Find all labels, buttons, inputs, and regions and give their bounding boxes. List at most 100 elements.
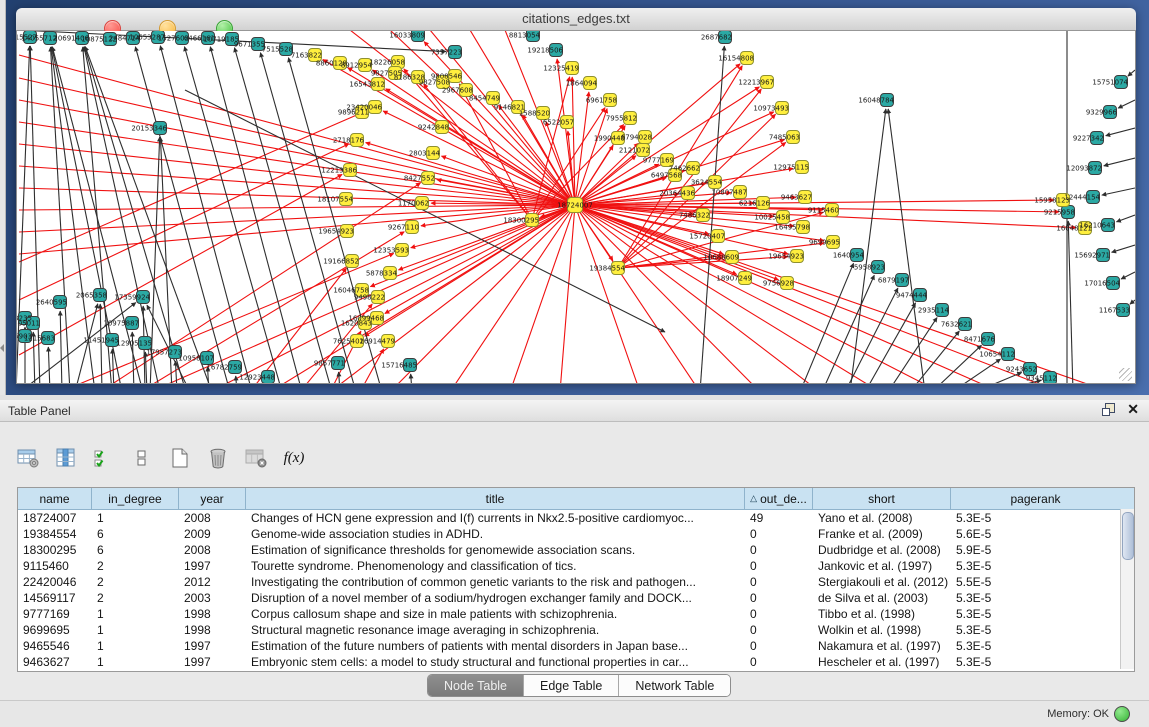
table-cell[interactable]: 22420046 — [18, 574, 92, 590]
table-cell[interactable]: 5.3E-5 — [951, 590, 1120, 606]
column-header-in_degree[interactable]: in_degree — [92, 488, 179, 509]
table-cell[interactable]: Disruption of a novel member of a sodium… — [246, 590, 745, 606]
table-cell[interactable]: 0 — [745, 654, 813, 670]
table-cell[interactable]: 1 — [92, 654, 179, 670]
scrollbar-thumb[interactable] — [1122, 512, 1134, 560]
table-cell[interactable]: Tibbo et al. (1998) — [813, 606, 951, 622]
table-cell[interactable]: 5.3E-5 — [951, 622, 1120, 638]
table-cell[interactable]: 2009 — [179, 526, 246, 542]
table-row[interactable]: 2242004622012Investigating the contribut… — [18, 574, 1134, 590]
table-cell[interactable]: 0 — [745, 542, 813, 558]
table-cell[interactable]: 5.3E-5 — [951, 606, 1120, 622]
table-cell[interactable]: 0 — [745, 606, 813, 622]
collapse-left-arrow-icon[interactable] — [0, 344, 4, 352]
tab-network-table[interactable]: Network Table — [619, 675, 730, 696]
table-cell[interactable]: 0 — [745, 558, 813, 574]
table-cell[interactable]: 6 — [92, 526, 179, 542]
table-cell[interactable]: Estimation of the future numbers of pati… — [246, 638, 745, 654]
table-cell[interactable]: 5.5E-5 — [951, 574, 1120, 590]
table-cell[interactable]: 2 — [92, 558, 179, 574]
table-row[interactable]: 946554611997Estimation of the future num… — [18, 638, 1134, 654]
close-panel-icon[interactable]: ✕ — [1127, 402, 1139, 416]
table-cell[interactable]: de Silva et al. (2003) — [813, 590, 951, 606]
table-row[interactable]: 1938455462009Genome-wide association stu… — [18, 526, 1134, 542]
table-cell[interactable]: 0 — [745, 622, 813, 638]
table-cell[interactable]: 6 — [92, 542, 179, 558]
select-all-icon[interactable] — [90, 444, 118, 472]
table-cell[interactable]: 2 — [92, 590, 179, 606]
table-cell[interactable]: 9463627 — [18, 654, 92, 670]
table-cell[interactable]: Corpus callosum shape and size in male p… — [246, 606, 745, 622]
memory-status-icon[interactable] — [1114, 706, 1130, 722]
table-cell[interactable]: 49 — [745, 510, 813, 526]
column-header-pagerank[interactable]: pagerank — [951, 488, 1120, 509]
table-cell[interactable]: 0 — [745, 590, 813, 606]
destroy-table-icon[interactable] — [242, 444, 270, 472]
table-cell[interactable]: 5.3E-5 — [951, 558, 1120, 574]
table-cell[interactable]: Hescheler et al. (1997) — [813, 654, 951, 670]
table-cell[interactable]: 1998 — [179, 622, 246, 638]
table-cell[interactable]: Genome-wide association studies in ADHD. — [246, 526, 745, 542]
table-cell[interactable]: 9115460 — [18, 558, 92, 574]
table-cell[interactable]: Estimation of significance thresholds fo… — [246, 542, 745, 558]
table-cell[interactable]: 19384554 — [18, 526, 92, 542]
table-cell[interactable]: 5.3E-5 — [951, 510, 1120, 526]
table-cell[interactable]: Investigating the contribution of common… — [246, 574, 745, 590]
table-cell[interactable]: 0 — [745, 638, 813, 654]
table-settings-icon[interactable] — [14, 444, 42, 472]
table-cell[interactable]: 1 — [92, 622, 179, 638]
table-cell[interactable]: Stergiakouli et al. (2012) — [813, 574, 951, 590]
table-cell[interactable]: 14569117 — [18, 590, 92, 606]
table-row[interactable]: 1456911722003Disruption of a novel membe… — [18, 590, 1134, 606]
table-cell[interactable]: 0 — [745, 574, 813, 590]
table-cell[interactable]: Jankovic et al. (1997) — [813, 558, 951, 574]
table-cell[interactable]: 18300295 — [18, 542, 92, 558]
vertical-scrollbar[interactable] — [1120, 509, 1134, 669]
column-header-year[interactable]: year — [179, 488, 246, 509]
table-cell[interactable]: Franke et al. (2009) — [813, 526, 951, 542]
table-cell[interactable]: 2 — [92, 574, 179, 590]
column-header-short[interactable]: short — [813, 488, 951, 509]
table-cell[interactable]: 2012 — [179, 574, 246, 590]
table-cell[interactable]: Wolkin et al. (1998) — [813, 622, 951, 638]
table-cell[interactable]: Dudbridge et al. (2008) — [813, 542, 951, 558]
table-cell[interactable]: 9699695 — [18, 622, 92, 638]
column-header-title[interactable]: title — [246, 488, 745, 509]
show-columns-icon[interactable] — [52, 444, 80, 472]
table-cell[interactable]: 1997 — [179, 638, 246, 654]
table-cell[interactable]: Structural magnetic resonance image aver… — [246, 622, 745, 638]
float-panel-icon[interactable] — [1102, 403, 1115, 416]
table-row[interactable]: 946362711997Embryonic stem cells: a mode… — [18, 654, 1134, 670]
table-cell[interactable]: 1 — [92, 606, 179, 622]
column-header-name[interactable]: name — [18, 488, 92, 509]
left-splitter-strip[interactable] — [0, 0, 6, 395]
network-view-window[interactable]: citations_edges.txt 26155271405571220691… — [16, 8, 1136, 383]
table-cell[interactable]: 9465546 — [18, 638, 92, 654]
table-cell[interactable]: Nakamura et al. (1997) — [813, 638, 951, 654]
delete-table-icon[interactable] — [204, 444, 232, 472]
window-resize-grip[interactable] — [1119, 368, 1132, 381]
table-row[interactable]: 1830029562008Estimation of significance … — [18, 542, 1134, 558]
network-graph[interactable]: 2615527140557122069140610875122248471410… — [17, 31, 1135, 383]
table-cell[interactable]: 2008 — [179, 542, 246, 558]
table-row[interactable]: 969969511998Structural magnetic resonanc… — [18, 622, 1134, 638]
network-canvas[interactable]: 2615527140557122069140610875122248471410… — [16, 31, 1136, 384]
table-cell[interactable]: 1 — [92, 510, 179, 526]
table-row[interactable]: 977716911998Corpus callosum shape and si… — [18, 606, 1134, 622]
table-cell[interactable]: 9777169 — [18, 606, 92, 622]
network-window-titlebar[interactable]: citations_edges.txt — [16, 8, 1136, 31]
table-cell[interactable]: Tourette syndrome. Phenomenology and cla… — [246, 558, 745, 574]
table-cell[interactable]: 5.6E-5 — [951, 526, 1120, 542]
table-cell[interactable]: 0 — [745, 526, 813, 542]
table-cell[interactable]: 1998 — [179, 606, 246, 622]
table-cell[interactable]: 5.3E-5 — [951, 638, 1120, 654]
table-cell[interactable]: 5.9E-5 — [951, 542, 1120, 558]
clear-selection-icon[interactable] — [128, 444, 156, 472]
table-cell[interactable]: 5.3E-5 — [951, 654, 1120, 670]
table-cell[interactable]: Yano et al. (2008) — [813, 510, 951, 526]
tab-node-table[interactable]: Node Table — [428, 675, 524, 696]
column-header-out_de[interactable]: △out_de... — [745, 488, 813, 509]
function-builder-icon[interactable]: f(x) — [280, 444, 308, 472]
table-cell[interactable]: 1997 — [179, 558, 246, 574]
table-cell[interactable]: 2003 — [179, 590, 246, 606]
